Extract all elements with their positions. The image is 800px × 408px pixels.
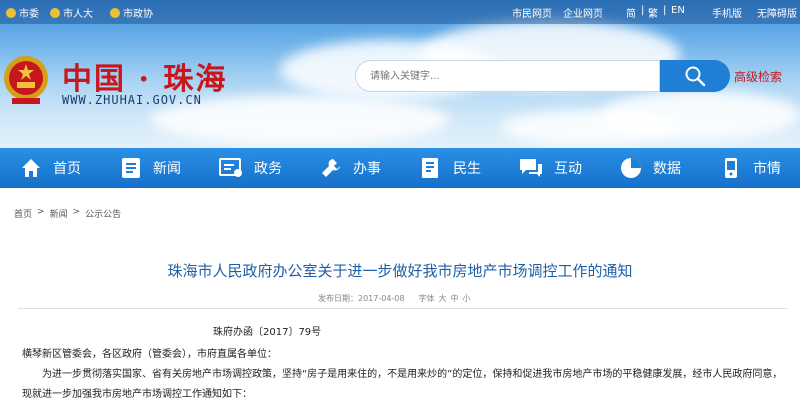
top-link-party-committee[interactable]: 市委 [6,5,39,20]
data-icon [621,158,641,178]
publish-date: 发布日期：2017-04-08 [318,294,405,303]
news-icon [122,158,140,178]
article-paragraph: 为进一步贯彻落实国家、省有关房地产市场调控政策，坚持“房子是用来住的，不是用来炒… [22,369,783,400]
emblem-icon [50,7,60,18]
interaction-icon [520,159,542,177]
top-link-peoples-congress[interactable]: 市人大 [50,5,93,20]
emblem-icon [6,7,16,18]
lang-english[interactable]: EN [671,5,685,16]
breadcrumb-separator: > [37,207,45,217]
font-size-label: 字体 [418,294,435,303]
divider [18,308,788,309]
breadcrumb-announcements[interactable]: 公示公告 [85,207,121,220]
nav-item-interaction[interactable]: 互动 [500,148,600,188]
site-logo[interactable]: 中国 · 珠海 [62,54,227,98]
font-size-medium[interactable]: 中 [451,293,459,304]
top-link-cppcc[interactable]: 市政协 [110,5,153,20]
article-meta: 发布日期：2017-04-08 字体 大 中 小 [318,293,471,304]
mobile-version-link[interactable]: 手机版 [712,5,742,20]
advanced-search-link[interactable]: 高级检索 [734,68,782,85]
top-bar: 市委 市人大 市政协 市民网页 企业网页 简 | 繁 | EN 手机版 无障碍版 [0,0,800,24]
livelihood-icon [422,158,438,178]
document-number: 珠府办函〔2017〕79号 [213,327,322,338]
search-icon [685,66,706,87]
lang-simplified[interactable]: 简 [626,5,636,20]
header-banner: 市委 市人大 市政协 市民网页 企业网页 简 | 繁 | EN 手机版 无障碍版… [0,0,800,148]
search-input[interactable] [356,61,659,91]
font-size-large[interactable]: 大 [439,293,447,304]
home-icon [22,159,40,177]
nav-item-data[interactable]: 数据 [600,148,700,188]
search-button[interactable] [660,60,730,92]
emblem-icon [110,7,120,18]
search-field [355,60,660,92]
breadcrumb: 首页 > 新闻 > 公示公告 [14,207,121,220]
services-icon [322,159,340,177]
breadcrumb-news[interactable]: 新闻 [50,207,68,220]
main-nav: 首页 新闻 政务 办事 民生 互动 数据 市情 [0,148,800,188]
lang-traditional[interactable]: 繁 [648,5,658,20]
addressee: 横琴新区管委会，各区政府（管委会），市府直属各单位： [22,349,277,360]
city-info-icon [725,158,737,178]
nav-item-government-affairs[interactable]: 政务 [200,148,300,188]
accessibility-link[interactable]: 无障碍版 [757,5,797,20]
lang-divider: | [641,5,645,16]
breadcrumb-home[interactable]: 首页 [14,207,32,220]
breadcrumb-separator: > [72,207,81,217]
top-link-citizen[interactable]: 市民网页 [512,5,552,20]
site-url: WWW.ZHUHAI.GOV.CN [62,93,202,107]
lang-divider: | [663,5,667,16]
government-affairs-icon [219,158,242,177]
nav-item-livelihood[interactable]: 民生 [400,148,500,188]
top-link-enterprise[interactable]: 企业网页 [563,5,603,20]
nav-item-services[interactable]: 办事 [300,148,400,188]
nav-item-news[interactable]: 新闻 [100,148,200,188]
nav-item-city-info[interactable]: 市情 [700,148,800,188]
font-size-small[interactable]: 小 [463,293,471,304]
nav-item-home[interactable]: 首页 [0,148,100,188]
national-emblem-icon [4,56,48,104]
article-title: 珠海市人民政府办公室关于进一步做好我市房地产市场调控工作的通知 [167,262,633,280]
